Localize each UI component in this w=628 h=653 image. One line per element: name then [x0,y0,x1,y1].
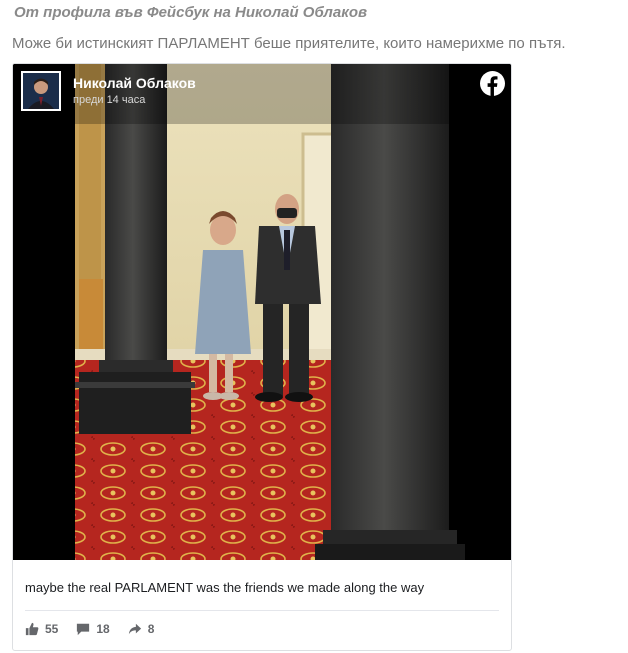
post-photo[interactable]: Николай Облаков преди 14 часа [13,64,511,560]
facebook-icon[interactable] [480,71,505,96]
like-button[interactable]: 55 [25,622,58,636]
post-header: Николай Облаков преди 14 часа [21,71,196,111]
thumbs-up-icon [25,622,39,636]
share-icon [128,623,141,635]
facebook-post-embed: Николай Облаков преди 14 часа maybe the … [12,63,512,651]
photo-illustration [13,64,511,560]
avatar-portrait [23,73,59,109]
divider [25,610,499,611]
author-name[interactable]: Николай Облаков [73,75,196,91]
article-subtitle: Може би истинският ПАРЛАМЕНТ беше прияте… [12,35,566,52]
article-heading: От профила във Фейсбук на Николай Облако… [14,4,368,21]
post-actions: 55 18 8 [25,622,172,636]
author-block: Николай Облаков преди 14 часа [73,75,196,108]
post-time[interactable]: преди 14 часа [73,93,196,108]
share-button[interactable]: 8 [128,622,155,636]
comment-count: 18 [96,622,110,636]
avatar[interactable] [21,71,61,111]
comment-icon [77,623,90,636]
share-count: 8 [147,622,155,636]
comment-button[interactable]: 18 [76,622,110,636]
post-caption: maybe the real PARLAMENT was the friends… [25,580,425,595]
like-count: 55 [45,622,59,636]
